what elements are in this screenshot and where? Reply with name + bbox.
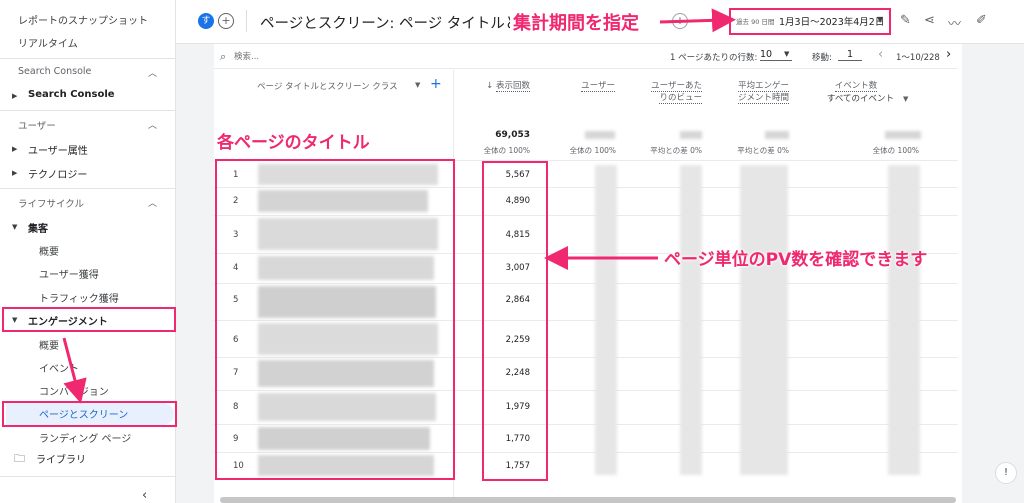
feedback-icon[interactable]: ! <box>995 462 1017 484</box>
add-comparison-icon[interactable]: + <box>218 13 234 29</box>
column-header-label: イベント数 <box>834 81 878 92</box>
total-views: 69,053 <box>495 130 530 140</box>
chevron-left-icon[interactable]: ‹ <box>142 488 147 503</box>
column-header-views-per-user[interactable]: ユーザーあたりのビュー <box>650 80 702 104</box>
chevron-up-icon[interactable]: ︿ <box>148 196 157 209</box>
column-header-label: ユーザー <box>581 81 615 92</box>
chevron-left-icon[interactable]: ‹ <box>878 47 883 62</box>
blurred-value <box>585 131 615 139</box>
sidebar-item-acquisition-overview[interactable]: 概要 <box>39 243 59 258</box>
column-header-label: 表示回数 <box>495 81 530 92</box>
event-type-value: すべてのイベント <box>826 94 894 104</box>
annotation-box-pages <box>2 401 177 427</box>
sidebar-heading-lifecycle: ライフサイクル <box>18 199 85 210</box>
caret-down-icon[interactable]: ▼ <box>415 81 420 89</box>
total-events-sub: 全体の 100% <box>872 146 919 155</box>
total-avg-sub: 平均との差 0% <box>737 146 789 155</box>
avatar[interactable]: す <box>198 13 214 29</box>
divider <box>246 10 247 32</box>
rows-per-page-value: 10 <box>760 49 773 60</box>
blurred-column-avg-engagement <box>740 165 788 475</box>
sidebar: レポートのスナップショット リアルタイム Search Console ︿ ▶ … <box>0 0 176 503</box>
divider <box>0 110 176 111</box>
pager-range: 1〜10/228 <box>896 53 940 63</box>
divider <box>0 188 176 189</box>
event-type-select[interactable]: すべてのイベント <box>822 93 894 105</box>
column-header-label: 平均エンゲージメント時間 <box>737 81 789 104</box>
column-header-avg-engagement[interactable]: 平均エンゲージメント時間 <box>735 80 789 104</box>
sidebar-item-demographics[interactable]: ユーザー属性 <box>28 142 88 157</box>
rows-per-page-label: 1 ページあたりの行数: <box>670 53 758 63</box>
sidebar-link-realtime[interactable]: リアルタイム <box>18 35 78 50</box>
blurred-column-views-per-user <box>680 165 702 475</box>
blurred-value <box>680 131 702 139</box>
sidebar-item-search-console[interactable]: Search Console <box>28 89 115 100</box>
date-range-picker[interactable]: 1月3日〜2023年4月2日 <box>779 14 884 28</box>
move-label: 移動: <box>812 53 832 63</box>
total-vpu-sub: 平均との差 0% <box>650 146 702 155</box>
blurred-column-users <box>595 165 617 475</box>
date-range-label[interactable]: 過去 90 日間 <box>736 16 774 26</box>
divider <box>0 476 176 477</box>
column-header-label: ユーザーあたりのビュー <box>651 81 702 104</box>
sidebar-heading-user: ユーザー <box>18 121 56 132</box>
sidebar-item-user-acquisition[interactable]: ユーザー獲得 <box>39 266 99 281</box>
triangle-right-icon[interactable]: ▶ <box>12 169 17 177</box>
blurred-column-events <box>888 165 920 475</box>
rows-per-page-select[interactable]: 10 ▼ <box>760 49 792 61</box>
sidebar-heading-search-console: Search Console <box>18 66 92 77</box>
column-header-event-count[interactable]: イベント数 <box>820 80 892 92</box>
sidebar-link-snapshot[interactable]: レポートのスナップショット <box>18 12 148 27</box>
annotation-pv-note: ページ単位のPV数を確認できます <box>664 250 928 270</box>
sidebar-item-technology[interactable]: テクノロジー <box>28 166 87 181</box>
customize-report-icon[interactable]: ✎ <box>900 13 911 28</box>
blurred-value <box>885 131 921 139</box>
sidebar-item-library[interactable]: ライブラリ <box>36 451 86 466</box>
caret-down-icon[interactable]: ▼ <box>877 15 883 24</box>
share-icon[interactable]: ⋖ <box>924 13 935 28</box>
add-icon[interactable]: + <box>672 13 688 29</box>
total-views-sub: 全体の 100% <box>483 146 530 155</box>
column-header-views[interactable]: ↓ 表示回数 <box>470 80 530 92</box>
edit-icon[interactable]: ✐ <box>976 13 987 28</box>
caret-down-icon: ▼ <box>784 50 790 58</box>
sidebar-item-events[interactable]: イベント <box>39 360 79 375</box>
sidebar-item-traffic-acquisition[interactable]: トラフィック獲得 <box>39 290 119 305</box>
dimension-header[interactable]: ページ タイトルとスクリーン クラス <box>257 80 398 92</box>
insights-icon[interactable]: 〰 <box>948 13 961 32</box>
divider <box>214 68 958 69</box>
sidebar-item-acquisition[interactable]: 集客 <box>28 220 48 235</box>
blurred-value <box>765 131 789 139</box>
folder-icon: 🗀 <box>14 452 25 465</box>
chevron-up-icon[interactable]: ︿ <box>148 66 157 79</box>
search-icon: ⌕ <box>220 50 227 63</box>
sidebar-item-engagement-overview[interactable]: 概要 <box>39 337 59 352</box>
page-jump-input[interactable]: 1 <box>838 49 862 61</box>
caret-down-icon[interactable]: ▼ <box>903 95 908 103</box>
triangle-down-icon[interactable]: ▼ <box>12 223 17 231</box>
chevron-right-icon[interactable]: › <box>946 47 951 62</box>
total-users-sub: 全体の 100% <box>569 146 616 155</box>
add-dimension-icon[interactable]: + <box>430 76 442 92</box>
sidebar-item-conversions[interactable]: コンバージョン <box>39 383 109 398</box>
annotation-title-note: 各ページのタイトル <box>217 133 370 153</box>
divider <box>0 58 176 59</box>
sort-desc-icon: ↓ <box>486 81 494 91</box>
triangle-right-icon[interactable]: ▶ <box>12 145 17 153</box>
sidebar-item-landing-page[interactable]: ランディング ページ <box>39 430 131 445</box>
chevron-up-icon[interactable]: ︿ <box>148 118 157 131</box>
triangle-right-icon[interactable]: ▶ <box>12 92 17 100</box>
column-header-users[interactable]: ユーザー <box>560 80 615 92</box>
annotation-box-views <box>482 161 548 481</box>
search-input[interactable] <box>234 50 394 64</box>
annotation-box-engagement <box>2 307 176 332</box>
annotation-box-titles <box>215 159 455 480</box>
annotation-date-note: 集計期間を指定 <box>510 9 642 35</box>
horizontal-scrollbar[interactable] <box>220 497 956 503</box>
